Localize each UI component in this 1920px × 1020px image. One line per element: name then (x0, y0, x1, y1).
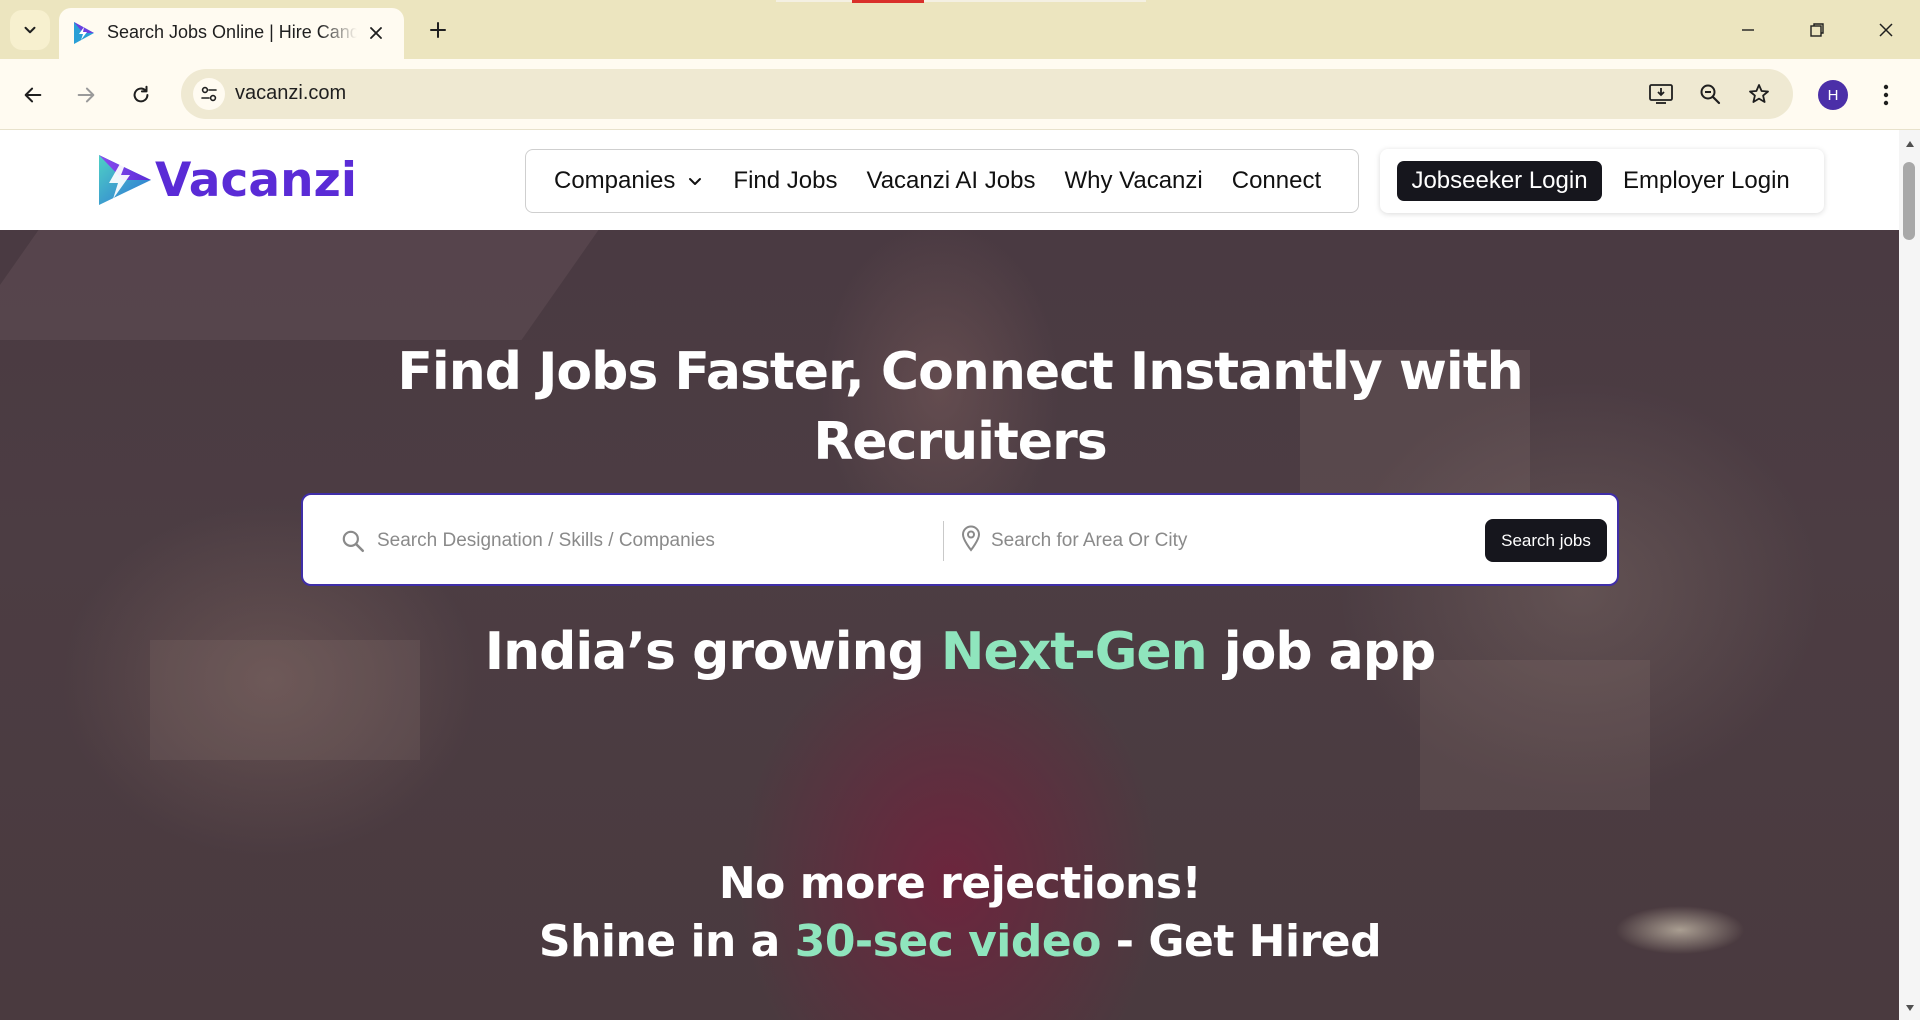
back-button[interactable] (14, 76, 52, 114)
close-icon (1879, 23, 1893, 37)
install-desktop-icon (1649, 84, 1673, 104)
install-app-button[interactable] (1646, 79, 1676, 109)
employer-login-button[interactable]: Employer Login (1623, 161, 1790, 201)
promo-line2-prefix: Shine in a (538, 916, 795, 967)
minimize-button[interactable] (1726, 12, 1770, 48)
tab-close-button[interactable] (364, 21, 388, 45)
page-scrollbar[interactable] (1899, 130, 1920, 1020)
site-header: Vacanzi Companies Find Jobs Vacanzi AI J… (0, 130, 1899, 230)
plus-icon (430, 22, 446, 38)
search-divider (943, 521, 944, 561)
scroll-up-button[interactable] (1904, 138, 1915, 149)
tab-title: Search Jobs Online | Hire Candidates (107, 22, 357, 42)
triangle-up-icon (1905, 140, 1914, 147)
nav-companies[interactable]: Companies (554, 167, 703, 195)
logo-wordmark: Vacanzi (155, 152, 358, 208)
search-icon (342, 530, 365, 553)
close-window-button[interactable] (1864, 12, 1908, 48)
background-beam (0, 230, 599, 340)
reload-button[interactable] (122, 76, 160, 114)
tab-search-button[interactable] (10, 10, 50, 50)
hero-heading-line2: Recruiters (813, 412, 1107, 472)
browser-menu-button[interactable] (1870, 79, 1902, 111)
browser-toolbar: vacanzi.com H (0, 59, 1920, 130)
background-shelf (1420, 660, 1650, 810)
main-navigation: Companies Find Jobs Vacanzi AI Jobs Why … (525, 149, 1359, 213)
profile-avatar[interactable]: H (1818, 80, 1848, 110)
search-jobs-button[interactable]: Search jobs (1485, 519, 1607, 562)
nav-companies-label: Companies (554, 167, 676, 194)
forward-button[interactable] (67, 76, 105, 114)
zoom-button[interactable] (1695, 79, 1725, 109)
tagline-suffix: job app (1206, 622, 1436, 682)
nav-find-jobs[interactable]: Find Jobs (733, 167, 837, 195)
tagline-prefix: India’s growing (484, 622, 941, 682)
promo-line1: No more rejections! (718, 858, 1202, 909)
hero-section: Find Jobs Faster, Connect Instantly with… (0, 230, 1899, 1020)
more-vertical-icon (1883, 84, 1889, 106)
job-search-bar: Search jobs (301, 493, 1619, 586)
location-pin-icon (961, 525, 981, 552)
media-playing-indicator (852, 0, 924, 3)
location-search-input[interactable] (991, 517, 1471, 565)
url-text[interactable]: vacanzi.com (235, 82, 346, 105)
page-viewport: Vacanzi Companies Find Jobs Vacanzi AI J… (0, 130, 1899, 1020)
auth-buttons: Jobseeker Login Employer Login (1380, 149, 1824, 213)
nav-ai-jobs[interactable]: Vacanzi AI Jobs (866, 167, 1035, 195)
site-info-button[interactable] (193, 78, 225, 110)
new-tab-button[interactable] (422, 14, 454, 46)
minimize-icon (1742, 29, 1754, 31)
arrow-right-icon (77, 87, 95, 103)
chevron-down-icon (24, 26, 36, 34)
bookmark-button[interactable] (1744, 79, 1774, 109)
triangle-down-icon (1905, 1004, 1914, 1011)
promo-line2-highlight: 30-sec video (794, 916, 1102, 967)
hero-tagline: India’s growing Next-Gen job app (0, 622, 1899, 682)
arrow-left-icon (24, 87, 42, 103)
zoom-out-icon (1700, 84, 1721, 105)
hero-heading: Find Jobs Faster, Connect Instantly with… (0, 337, 1899, 477)
promo-line2-suffix: - Get Hired (1100, 916, 1382, 967)
hero-promo-text: No more rejections! Shine in a 30-sec vi… (0, 855, 1899, 971)
scroll-down-button[interactable] (1904, 1002, 1915, 1013)
hero-heading-line1: Find Jobs Faster, Connect Instantly with (397, 342, 1523, 402)
nav-why-vacanzi[interactable]: Why Vacanzi (1064, 167, 1202, 195)
tune-icon (201, 86, 217, 102)
tagline-highlight: Next-Gen (940, 622, 1208, 682)
site-logo[interactable]: Vacanzi (95, 152, 357, 208)
reload-icon (133, 85, 149, 103)
jobseeker-login-button[interactable]: Jobseeker Login (1397, 161, 1602, 201)
restore-button[interactable] (1795, 12, 1839, 48)
vacanzi-logo-icon (99, 155, 151, 205)
nav-connect[interactable]: Connect (1232, 167, 1321, 195)
address-bar[interactable]: vacanzi.com (181, 69, 1793, 119)
media-indicator-track (776, 0, 1146, 2)
browser-tab-strip: Search Jobs Online | Hire Candidates (0, 0, 1920, 59)
scrollbar-thumb[interactable] (1903, 162, 1915, 240)
restore-icon (1810, 23, 1824, 37)
active-tab[interactable]: Search Jobs Online | Hire Candidates (59, 8, 404, 59)
star-icon (1749, 84, 1769, 103)
chevron-down-icon (689, 178, 702, 185)
vacanzi-favicon-icon (74, 22, 94, 44)
keyword-search-input[interactable] (377, 517, 917, 565)
close-icon (370, 27, 382, 39)
